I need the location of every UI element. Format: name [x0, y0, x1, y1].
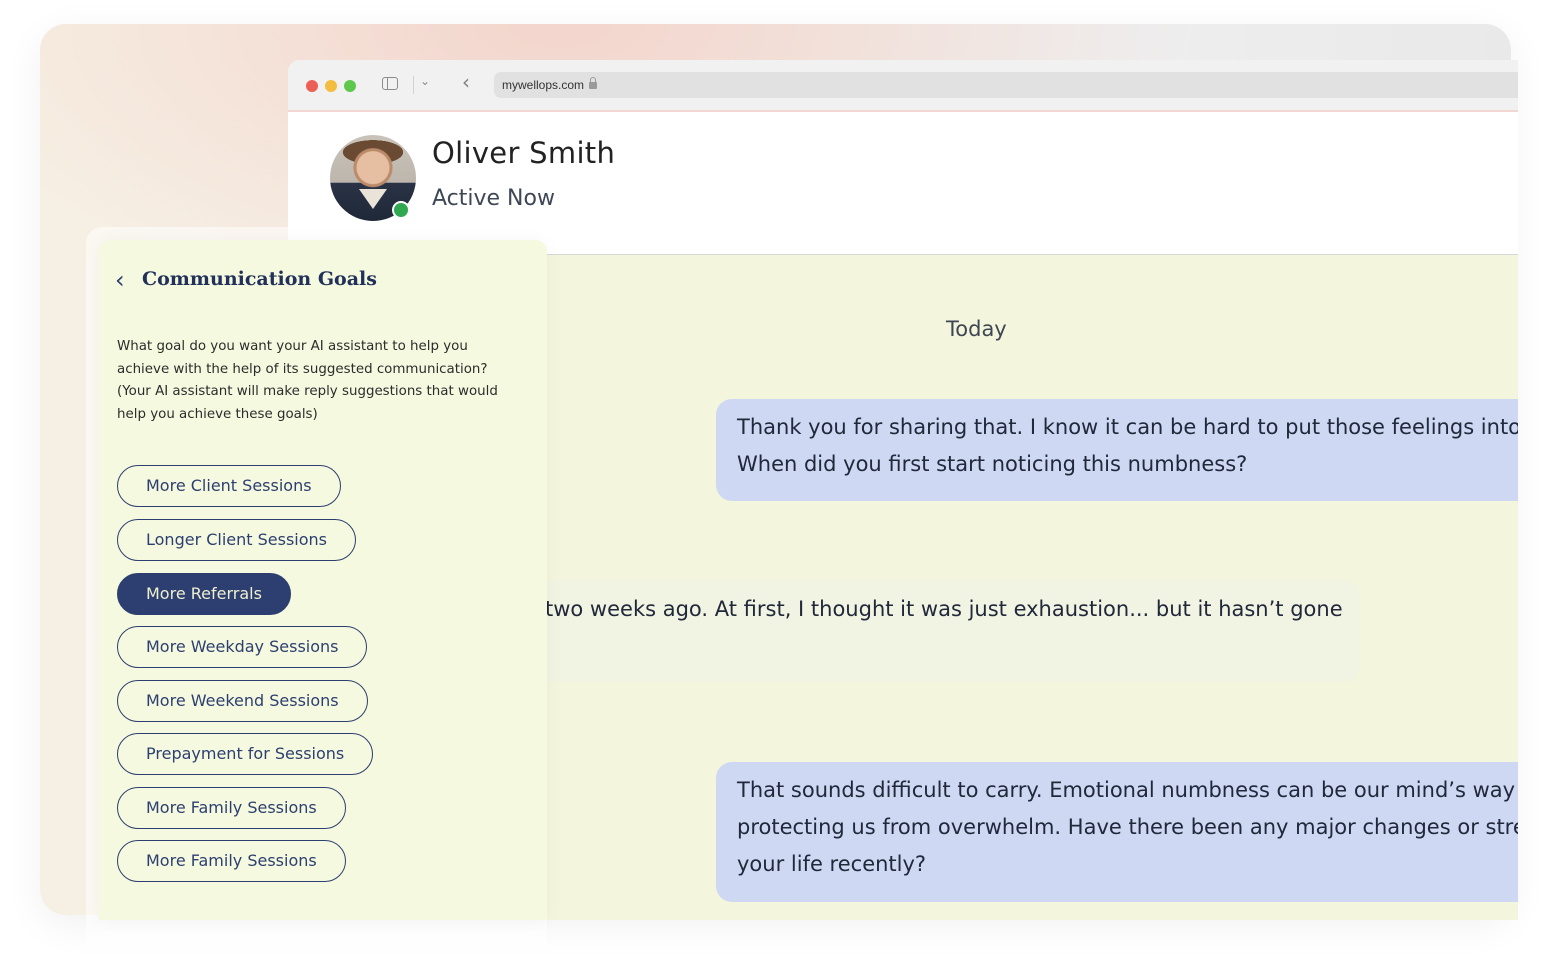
goal-option-more-family-sessions[interactable]: More Family Sessions	[117, 787, 346, 829]
message-line: protecting us from overwhelm. Have there…	[737, 815, 1518, 839]
goal-option-more-client-sessions[interactable]: More Client Sessions	[117, 465, 341, 507]
address-bar[interactable]: mywellops.com	[494, 72, 1518, 98]
back-arrow-icon[interactable]: ‹	[462, 70, 470, 94]
online-status-indicator	[392, 201, 410, 219]
message-line: That sounds difficult to carry. Emotiona…	[737, 778, 1516, 802]
contact-status: Active Now	[432, 186, 555, 211]
goal-option-more-weekend-sessions[interactable]: More Weekend Sessions	[117, 680, 368, 722]
close-window-button[interactable]	[306, 80, 318, 92]
contact-name: Oliver Smith	[432, 136, 616, 170]
avatar-shirt	[359, 189, 387, 209]
lock-icon	[589, 77, 598, 89]
message-line: Thank you for sharing that. I know it ca…	[737, 415, 1518, 439]
goal-option-more-referrals[interactable]: More Referrals	[117, 573, 291, 615]
panel-description: What goal do you want your AI assistant …	[117, 339, 498, 422]
message-bubble-outgoing: That sounds difficult to carry. Emotiona…	[716, 762, 1518, 902]
toolbar-divider	[413, 76, 414, 94]
communication-goals-panel: ‹ Communication Goals What goal do you w…	[99, 240, 547, 920]
message-line: When did you first start noticing this n…	[737, 452, 1248, 476]
url-text: mywellops.com	[502, 78, 585, 92]
goal-option-longer-client-sessions[interactable]: Longer Client Sessions	[117, 519, 357, 561]
browser-titlebar: ⌄ ‹ mywellops.com	[288, 60, 1518, 112]
goal-option-more-weekday-sessions[interactable]: More Weekday Sessions	[117, 626, 368, 668]
panel-title: Communication Goals	[142, 268, 377, 290]
goal-option-more-family-sessions-2[interactable]: More Family Sessions	[117, 840, 346, 882]
message-bubble-outgoing: Thank you for sharing that. I know it ca…	[716, 399, 1518, 501]
sidebar-toggle-icon[interactable]	[382, 77, 398, 90]
chevron-down-icon[interactable]: ⌄	[420, 74, 430, 88]
message-line: two weeks ago. At first, I thought it wa…	[545, 597, 1343, 621]
message-line: your life recently?	[737, 852, 927, 876]
minimize-window-button[interactable]	[325, 80, 337, 92]
back-chevron-icon[interactable]: ‹	[115, 266, 125, 294]
date-separator: Today	[946, 317, 1007, 341]
goal-option-prepayment-for-sessions[interactable]: Prepayment for Sessions	[117, 733, 374, 775]
message-bubble-incoming: two weeks ago. At first, I thought it wa…	[418, 580, 1360, 682]
maximize-window-button[interactable]	[344, 80, 356, 92]
